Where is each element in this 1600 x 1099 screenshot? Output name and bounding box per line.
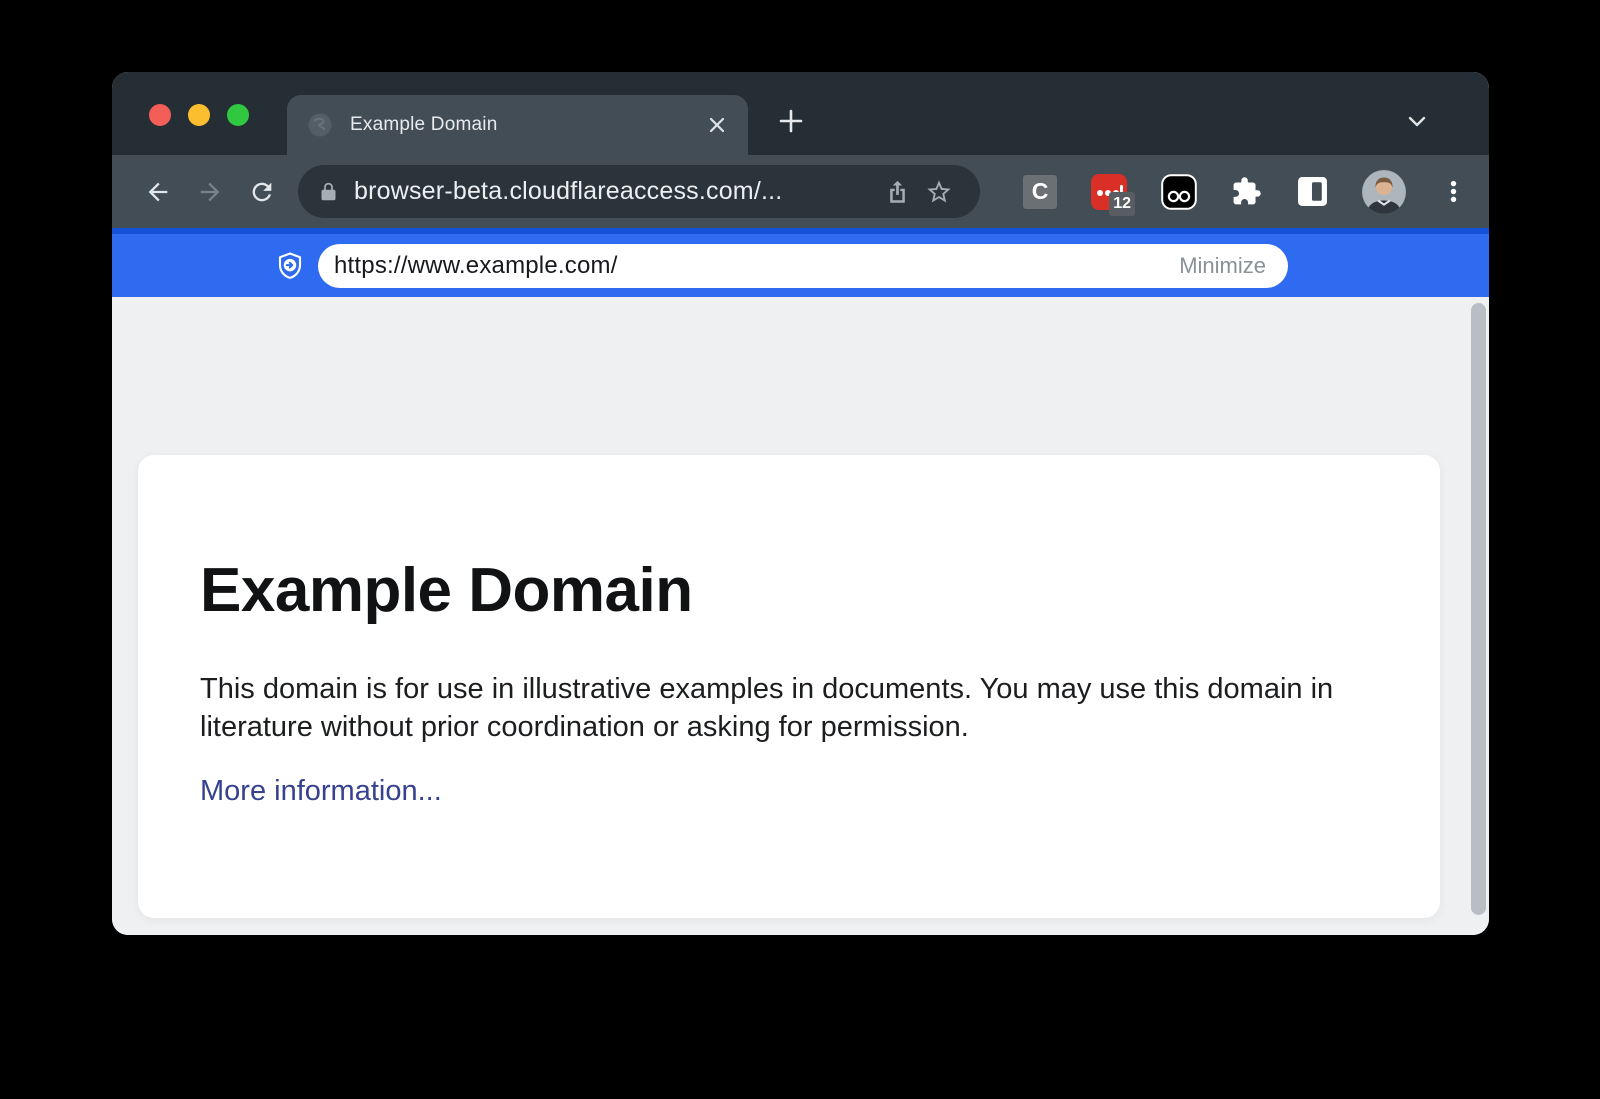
- browser-window: Example Domain: [112, 72, 1489, 935]
- shield-arrow-icon: [275, 251, 305, 281]
- back-button[interactable]: [132, 168, 184, 216]
- profile-avatar[interactable]: [1362, 170, 1406, 214]
- page-title: Example Domain: [200, 555, 693, 626]
- side-panel-icon[interactable]: [1297, 176, 1328, 207]
- browser-toolbar: browser-beta.cloudflareaccess.com/... C: [112, 155, 1489, 228]
- extensions-area: C 12: [1023, 170, 1475, 214]
- tab-close-icon[interactable]: [702, 110, 732, 140]
- extension-c-label: C: [1032, 178, 1049, 205]
- forward-button[interactable]: [184, 168, 236, 216]
- remote-url-input[interactable]: https://www.example.com/ Minimize: [318, 244, 1288, 288]
- macos-minimize-button[interactable]: [188, 104, 210, 126]
- page-viewport: Example Domain This domain is for use in…: [112, 297, 1489, 935]
- macos-close-button[interactable]: [149, 104, 171, 126]
- browser-tab[interactable]: Example Domain: [287, 95, 748, 155]
- content-card: Example Domain This domain is for use in…: [138, 455, 1440, 918]
- extensions-puzzle-icon[interactable]: [1231, 176, 1262, 207]
- extension-two-circles-icon[interactable]: [1161, 174, 1197, 210]
- minimize-button[interactable]: Minimize: [1175, 253, 1270, 279]
- page-paragraph: This domain is for use in illustrative e…: [200, 670, 1352, 746]
- macos-zoom-button[interactable]: [227, 104, 249, 126]
- desktop-background: Example Domain: [0, 0, 1600, 1099]
- reload-button[interactable]: [236, 168, 288, 216]
- new-tab-button[interactable]: [773, 103, 809, 139]
- address-url-text[interactable]: browser-beta.cloudflareaccess.com/...: [354, 177, 876, 206]
- remote-url-text[interactable]: https://www.example.com/: [334, 252, 1175, 280]
- lock-icon[interactable]: [318, 181, 339, 202]
- extension-c-icon[interactable]: C: [1023, 175, 1057, 209]
- tab-strip-chevron-down-icon[interactable]: [1399, 103, 1435, 139]
- extension-badge-count: 12: [1109, 192, 1135, 216]
- more-information-link[interactable]: More information...: [200, 775, 442, 808]
- address-bar[interactable]: browser-beta.cloudflareaccess.com/...: [298, 165, 980, 218]
- remote-browser-bar: https://www.example.com/ Minimize: [112, 228, 1489, 297]
- share-icon[interactable]: [876, 171, 918, 213]
- tab-title: Example Domain: [350, 114, 702, 136]
- menu-kebab-icon[interactable]: [1440, 178, 1467, 205]
- tab-strip: Example Domain: [112, 72, 1489, 155]
- extension-red-dots-icon[interactable]: 12: [1091, 174, 1127, 210]
- bookmark-star-icon[interactable]: [918, 171, 960, 213]
- scrollbar-thumb[interactable]: [1471, 303, 1486, 915]
- tab-favicon-globe-icon: [307, 112, 333, 138]
